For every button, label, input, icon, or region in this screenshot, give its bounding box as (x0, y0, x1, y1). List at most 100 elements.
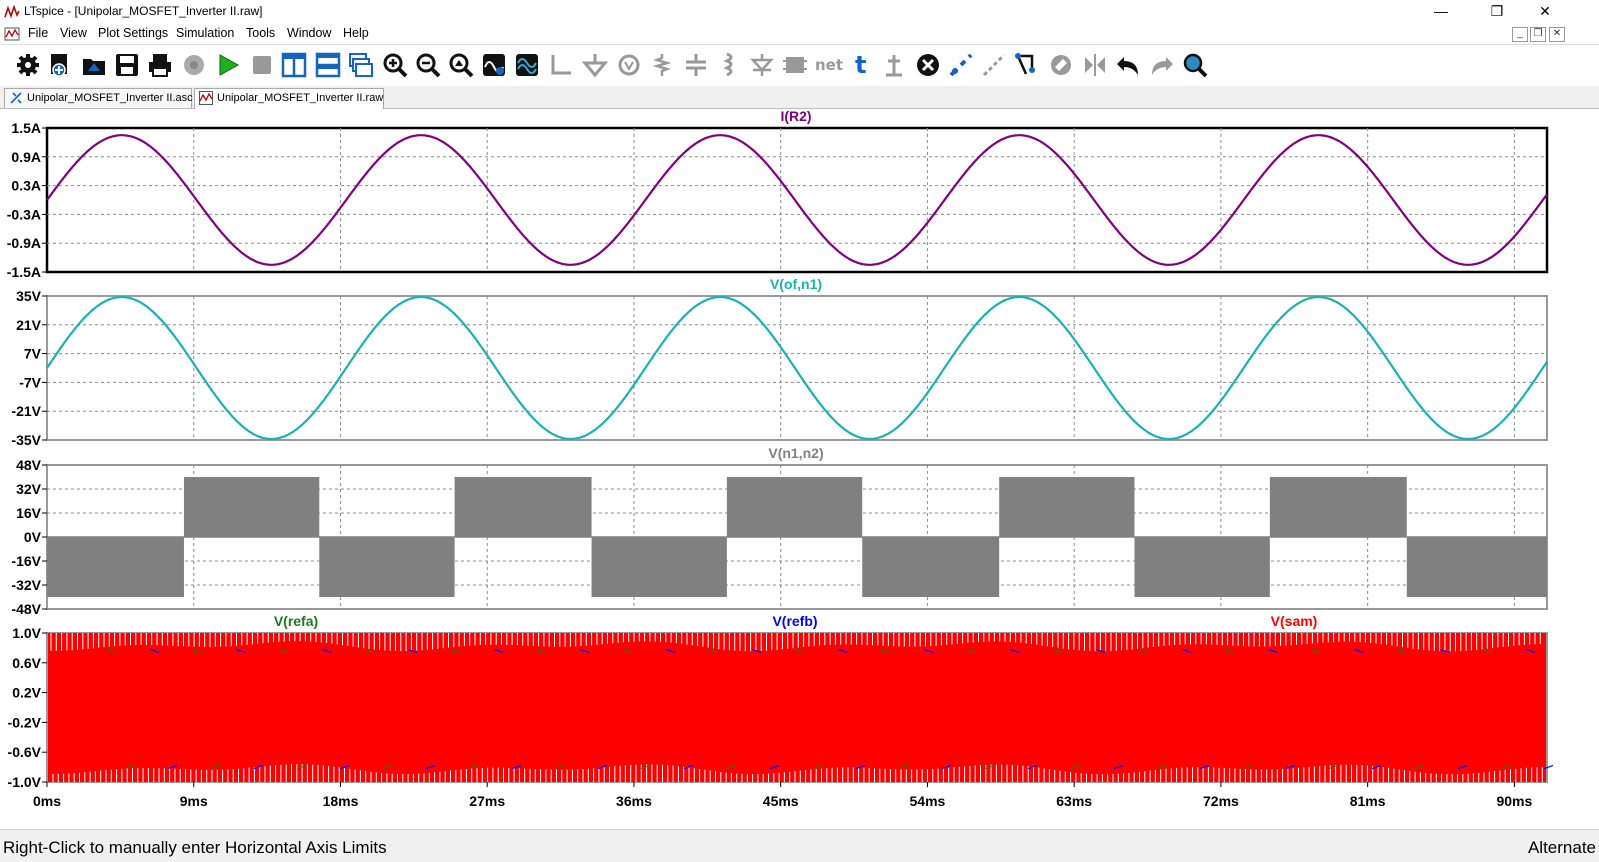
resistor-icon[interactable] (652, 54, 672, 76)
save-icon[interactable] (116, 54, 138, 76)
duplicate-icon[interactable] (949, 53, 973, 77)
y-tick-label: 1.5A (11, 120, 41, 136)
mdi-close-button[interactable]: ✕ (1549, 27, 1565, 42)
waveform-plots[interactable]: I(R2) 1.5A 0.9A 0.3A -0.3A -0.9A -1.5A V(of,n… (0, 108, 1599, 829)
tab-schematic[interactable]: Unipolar_MOSFET_Inverter II.asc (4, 88, 193, 108)
component-icon[interactable] (783, 57, 807, 73)
drag-icon[interactable] (1015, 53, 1035, 75)
gear-icon[interactable] (17, 54, 39, 76)
toolbar-icons: net t (17, 51, 1208, 79)
menu-simulation[interactable]: Simulation (176, 26, 234, 40)
redo-icon[interactable] (1152, 57, 1173, 75)
pwm-block (726, 477, 863, 537)
run-icon[interactable] (219, 54, 240, 76)
pwm-block (999, 477, 1135, 537)
capacitor-icon[interactable] (686, 54, 706, 76)
cascade-icon[interactable] (349, 53, 373, 77)
open-icon[interactable] (83, 59, 105, 75)
trace-label-v-of-n1[interactable]: V(of,n1) (770, 276, 822, 292)
inductor-icon[interactable] (723, 52, 733, 77)
pane-frame (45, 126, 1549, 274)
menu-plot-settings[interactable]: Plot Settings (98, 26, 168, 40)
autorange-icon[interactable] (483, 54, 505, 76)
menu-help[interactable]: Help (343, 26, 369, 40)
rotate-icon[interactable] (1051, 55, 1071, 75)
title-bar: LTspice - [Unipolar_MOSFET_Inverter II.r… (0, 0, 1599, 24)
new-schematic-icon[interactable] (51, 54, 67, 77)
window-title: LTspice - [Unipolar_MOSFET_Inverter II.r… (24, 4, 263, 18)
menu-tools[interactable]: Tools (246, 26, 275, 40)
x-tick-label: 27ms (469, 793, 505, 809)
zoom-in-icon[interactable] (383, 53, 408, 78)
trace-v-sam (48, 633, 1554, 782)
y-tick-label: 0.3A (11, 178, 41, 194)
mdi-minimize-button[interactable]: _ (1512, 27, 1528, 42)
restore-button[interactable]: ❐ (1474, 0, 1520, 24)
cursor-icon[interactable] (516, 54, 538, 76)
x-tick-label: 90ms (1496, 793, 1532, 809)
tile-vertical-icon[interactable] (281, 52, 307, 78)
x-tick-label: 81ms (1350, 793, 1386, 809)
ltspice-app-icon (4, 4, 20, 19)
waveform-doc-icon[interactable] (4, 26, 20, 42)
halt-icon[interactable] (253, 56, 271, 74)
pwm-block (47, 537, 184, 597)
y-tick-label: 0.2V (12, 685, 41, 701)
tab-waveform[interactable]: Unipolar_MOSFET_Inverter II.raw (194, 88, 384, 109)
tile-horizontal-icon[interactable] (315, 52, 341, 78)
trace-label-v-sam[interactable]: V(sam) (1271, 613, 1318, 629)
trace-label-i-r2[interactable]: I(R2) (780, 108, 811, 124)
y-axis-ticks: 1.5A 0.9A 0.3A -0.3A -0.9A -1.5A (7, 120, 47, 280)
bubble-icon[interactable] (618, 54, 640, 76)
undo-icon[interactable] (1117, 57, 1138, 75)
print-icon[interactable] (149, 54, 171, 77)
trace-label-v-refa[interactable]: V(refa) (274, 613, 318, 629)
diode-icon[interactable] (750, 54, 774, 76)
zoom-fit-icon[interactable] (449, 53, 474, 78)
net-label-icon[interactable]: net (815, 56, 843, 74)
x-tick-label: 18ms (323, 793, 359, 809)
text-icon[interactable]: t (855, 51, 866, 79)
y-tick-label: -21V (11, 403, 41, 419)
pane-i-r2[interactable]: I(R2) 1.5A 0.9A 0.3A -0.3A -0.9A -1.5A (7, 108, 1549, 280)
status-bar: Right-Click to manually enter Horizontal… (0, 829, 1599, 862)
y-tick-label: -0.6V (8, 744, 42, 760)
trace-label-v-refb[interactable]: V(refb) (772, 613, 817, 629)
cog-disabled-icon[interactable] (184, 55, 204, 75)
pwm-block (591, 537, 727, 597)
pane-reference-signals[interactable]: V(refa) V(refb) V(sam) 1.0V 0.6V 0.2V -0.2V… (8, 613, 1554, 790)
y-tick-label: 16V (16, 505, 42, 521)
y-tick-label: -16V (11, 553, 41, 569)
pane-v-of-n1[interactable]: V(of,n1) 35V 21V 7V -7V -21V -35V (11, 276, 1548, 448)
ground-icon[interactable] (581, 54, 609, 78)
minimize-button[interactable]: — (1418, 0, 1464, 24)
wire-icon[interactable] (551, 55, 571, 75)
close-button[interactable]: ✕ (1522, 0, 1568, 24)
find-icon[interactable] (1183, 53, 1208, 78)
svg-text:net: net (815, 56, 843, 74)
menu-window[interactable]: Window (287, 26, 331, 40)
y-tick-label: -7V (19, 374, 41, 390)
y-tick-label: 0.6V (12, 655, 41, 671)
spice-directive-icon[interactable] (886, 55, 902, 77)
x-tick-label: 45ms (763, 793, 799, 809)
waveform-plot-area[interactable]: I(R2) 1.5A 0.9A 0.3A -0.3A -0.9A -1.5A V(of,n… (0, 108, 1599, 829)
pwm-block (1269, 477, 1407, 537)
move-icon[interactable] (982, 53, 1006, 77)
zoom-out-icon[interactable] (416, 53, 441, 78)
pwm-block (183, 477, 320, 537)
y-tick-label: -0.9A (7, 235, 41, 251)
menu-view[interactable]: View (60, 26, 87, 40)
toolbar: net t (0, 44, 1599, 87)
mdi-restore-button[interactable]: ❐ (1530, 27, 1546, 42)
delete-icon[interactable] (917, 54, 939, 76)
x-tick-label: 63ms (1056, 793, 1092, 809)
menu-file[interactable]: File (28, 26, 48, 40)
status-hint: Right-Click to manually enter Horizontal… (3, 838, 387, 857)
x-axis-ticks[interactable]: 0ms 9ms 18ms 27ms 36ms 45ms 54ms 63ms 72ms 81ms 90… (33, 782, 1533, 809)
x-tick-label: 9ms (180, 793, 208, 809)
mirror-icon[interactable] (1085, 54, 1105, 76)
pane-frame (46, 295, 1548, 441)
pane-v-n1-n2[interactable]: V(n1,n2) 48V 32V 16V 0V -16V -32V -48V (11, 445, 1548, 617)
trace-label-v-n1-n2[interactable]: V(n1,n2) (768, 445, 823, 461)
